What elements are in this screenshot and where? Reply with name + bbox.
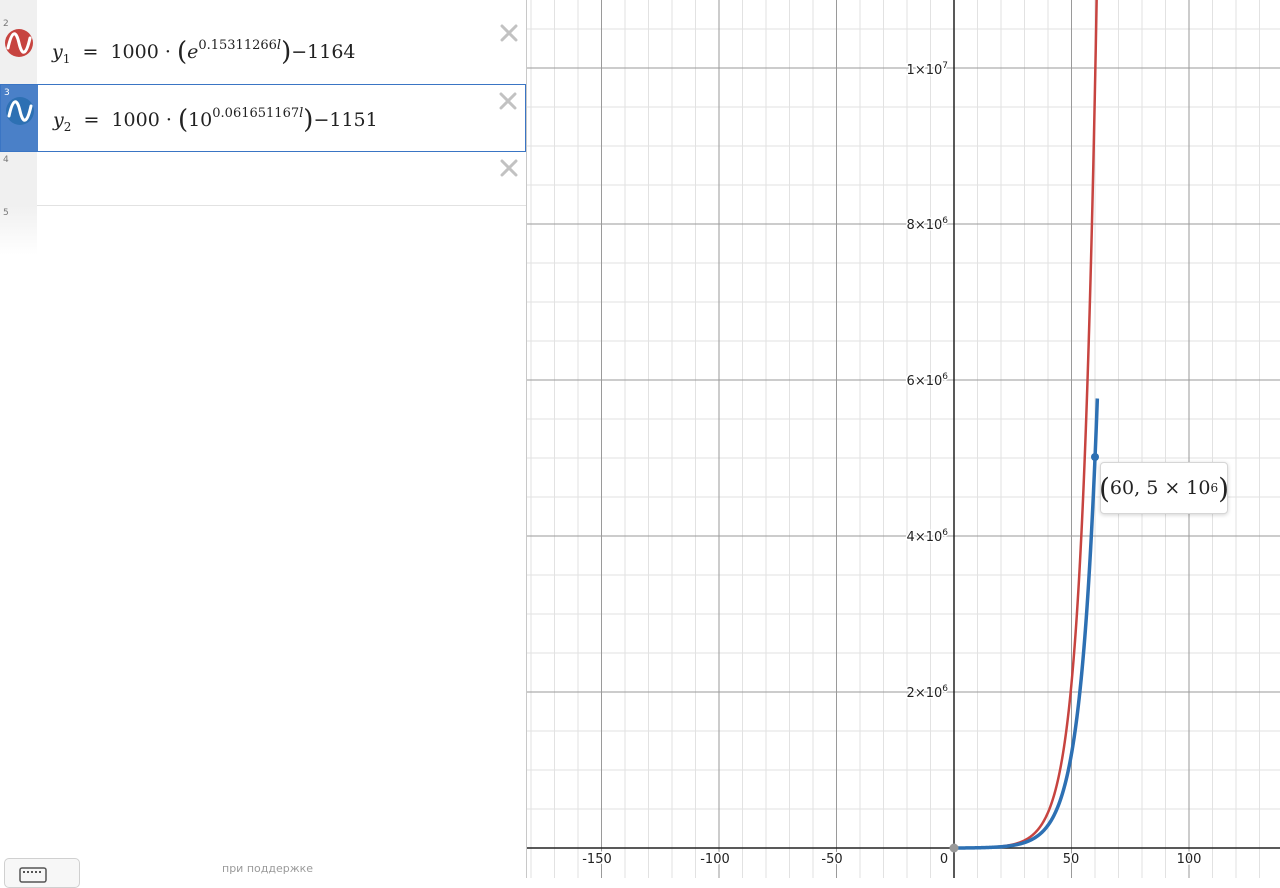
x-tick-label: -50 xyxy=(821,852,842,867)
graph-canvas[interactable]: -150 -100 -50 0 50 100 2×106 4×106 6×106… xyxy=(527,0,1280,878)
y-tick-labels: 2×106 4×106 6×106 8×106 1×107 xyxy=(905,60,950,703)
expression-row-2[interactable]: 2 y1 = 1000 · (e0.15311266l)−1164 xyxy=(0,16,526,85)
delete-expression-icon[interactable] xyxy=(497,90,519,112)
y-tick-label: 2×106 xyxy=(907,684,949,701)
powered-by-text: при поддержке xyxy=(222,862,314,875)
keyboard-button[interactable] xyxy=(4,858,80,888)
blue-curve-icon[interactable] xyxy=(5,96,35,126)
expression-row-partial[interactable] xyxy=(0,0,526,17)
x-tick-label: 0 xyxy=(940,852,948,867)
x-tick-labels: -150 -100 -50 0 50 100 xyxy=(581,851,1203,869)
x-tick-label: 50 xyxy=(1063,852,1080,867)
row-number: 4 xyxy=(3,155,9,165)
delete-expression-icon[interactable] xyxy=(498,22,520,44)
delete-expression-icon[interactable] xyxy=(498,157,520,179)
axes xyxy=(527,0,1280,878)
origin-point[interactable] xyxy=(949,843,959,853)
y-tick-label: 1×107 xyxy=(907,61,948,78)
formula-y2[interactable]: y2 = 1000 · (100.061651167l)−1151 xyxy=(53,106,378,134)
formula-y1[interactable]: y1 = 1000 · (e0.15311266l)−1164 xyxy=(52,38,356,66)
y-tick-label: 4×106 xyxy=(907,528,949,545)
x-tick-label: 100 xyxy=(1177,852,1202,867)
y-tick-label: 6×106 xyxy=(907,372,949,389)
traced-point[interactable] xyxy=(1091,453,1099,461)
expression-row-4[interactable]: 4 xyxy=(0,152,526,206)
minor-gridlines xyxy=(527,0,1280,878)
red-curve-icon[interactable] xyxy=(4,28,34,58)
x-tick-label: -150 xyxy=(582,852,612,867)
expression-row-3[interactable]: 3 y2 = 1000 · (100.061651167l)−1151 xyxy=(0,84,526,152)
major-gridlines xyxy=(527,0,1280,878)
expression-list: 2 y1 = 1000 · (e0.15311266l)−1164 3 y2 =… xyxy=(0,0,526,888)
row-number: 5 xyxy=(3,208,9,218)
y-tick-label: 8×106 xyxy=(907,216,949,233)
keyboard-icon xyxy=(19,867,47,883)
x-tick-label: -100 xyxy=(700,852,730,867)
point-coordinate-label[interactable]: (60, 5 × 10 6) xyxy=(1099,462,1229,514)
